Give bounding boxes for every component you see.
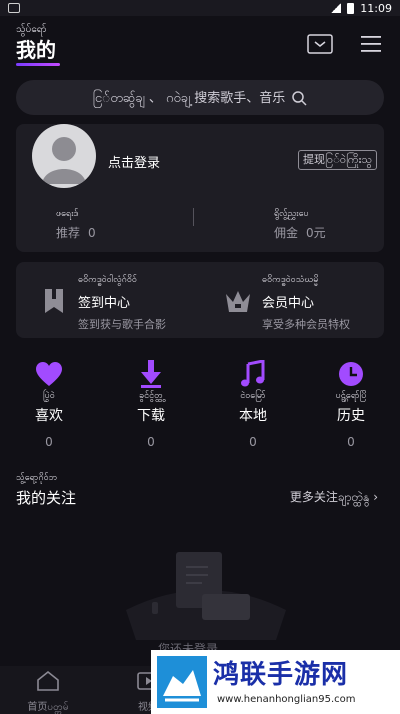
member-subtext: ဓဝိကဒ္ဓဝဲဝသံဃမ္မိ — [262, 275, 319, 285]
shortcut-row: ပြွဲဝဲ 喜欢 0 ခွင်ငွ်တ္ထွ 下载 0 ငဲဝမြော် 本地… — [0, 360, 400, 456]
stat-divider — [193, 208, 194, 226]
shortcut-history[interactable]: ပဠ္ဂ်ရော်ပြိ 历史 0 — [306, 360, 396, 449]
message-icon — [307, 34, 333, 54]
search-placeholder: ငြ်တဆွ်ချ 、 ဂဝဲချ့ 搜索歌手、音乐 — [92, 90, 286, 106]
download-count: 0 — [147, 435, 155, 449]
bookmark-icon — [40, 286, 68, 316]
withdraw-button[interactable]: 提现ဝြ်ဝဲကြိုးသွ — [298, 150, 378, 170]
status-bar: 11:09 — [0, 0, 400, 16]
follow-more-label: 更多关注ချာ့တ္ထဲနွ — [289, 490, 370, 504]
title-underline — [16, 63, 60, 66]
notification-icon — [8, 3, 20, 13]
status-time: 11:09 — [360, 1, 392, 15]
stat-recommend-value: 0 — [88, 226, 96, 240]
checkin-title: 签到中心 — [78, 296, 131, 311]
crown-icon — [224, 286, 252, 316]
download-icon — [106, 360, 196, 388]
login-link[interactable]: 点击登录 — [108, 152, 160, 171]
tab-home-label: 首页ပတ္တမ် — [27, 702, 69, 713]
menu-icon — [361, 36, 381, 52]
like-label: 喜欢 — [35, 408, 63, 424]
watermark-banner: 鸿联手游网 www.henanhonglian95.com — [151, 650, 400, 714]
status-right: 11:09 — [331, 2, 392, 15]
message-button[interactable] — [306, 32, 334, 56]
music-note-icon — [208, 360, 298, 388]
signal-icon — [331, 3, 342, 13]
watermark-title: 鸿联手游网 — [213, 660, 349, 690]
services-card: ဓဝိကဒ္ဓဝဲဝါလွံဂ်ဝိဝ် 签到中心 签到获与歌手合影 ဓဝိကဒ… — [16, 262, 384, 338]
checkin-subtext: ဓဝိကဒ္ဓဝဲဝါလွံဂ်ဝိဝ် — [78, 275, 137, 285]
header: သွ်ပ်ရော် 我的 — [0, 22, 400, 72]
member-desc: 享受多种会员特权 — [262, 318, 350, 331]
user-card: 点击登录 提现ဝြ်ဝဲကြိုးသွ ဖရေးဒ် 推荐 0 ရွိလွ့်ညွ… — [16, 124, 384, 252]
home-icon — [37, 670, 59, 691]
tab-home[interactable]: 首页ပတ္တမ် — [18, 670, 78, 714]
stat-commission[interactable]: ရွိလွ့်ညွှးပေ 佣金 0元 — [274, 208, 326, 241]
history-subtext: ပဠ္ဂ်ရော်ပြိ — [335, 391, 367, 401]
local-subtext: ငဲဝမြော် — [240, 391, 266, 401]
download-subtext: ခွင်ငွ်တ္ထွ — [139, 391, 163, 401]
follow-section-header: သွ့်ရော့ဂိုဝ်ဘ 我的关注 更多关注ချာ့တ္ထဲနွ › — [16, 472, 384, 512]
stat-recommend-label: 推荐 — [56, 226, 81, 240]
battery-icon — [347, 2, 355, 14]
stat-commission-value: 0元 — [306, 226, 326, 240]
stat-commission-label: 佣金 — [274, 226, 299, 240]
local-count: 0 — [249, 435, 257, 449]
chevron-right-icon: › — [373, 490, 378, 504]
follow-subtext: သွ့်ရော့ဂိုဝ်ဘ — [16, 473, 58, 483]
watermark-logo — [157, 656, 207, 708]
shortcut-download[interactable]: ခွင်ငွ်တ္ထွ 下载 0 — [106, 360, 196, 449]
heart-icon — [4, 360, 94, 388]
member-title: 会员中心 — [262, 296, 315, 311]
follow-more-link[interactable]: 更多关注ချာ့တ္ထဲနွ › — [290, 488, 378, 507]
clock-icon — [306, 360, 396, 388]
history-label: 历史 — [337, 408, 365, 424]
watermark-url: www.henanhonglian95.com — [217, 694, 356, 705]
shortcut-local[interactable]: ငဲဝမြော် 本地 0 — [208, 360, 298, 449]
stat-recommend-subtext: ဖရေးဒ် — [56, 209, 79, 219]
stat-commission-subtext: ရွိလွ့်ညွှးပေ — [274, 209, 309, 219]
like-subtext: ပြွဲဝဲ — [43, 391, 55, 401]
default-avatar-icon — [42, 137, 86, 184]
menu-button[interactable] — [357, 32, 385, 56]
member-center[interactable]: ဓဝိကဒ္ဓဝဲဝသံဃမ္မိ 会员中心 享受多种会员特权 — [214, 274, 384, 331]
stat-recommend[interactable]: ဖရေးဒ် 推荐 0 — [56, 208, 96, 241]
avatar[interactable] — [32, 124, 96, 188]
checkin-desc: 签到获与歌手合影 — [78, 318, 166, 331]
empty-state-illustration — [116, 540, 296, 650]
local-label: 本地 — [239, 408, 267, 424]
search-bar[interactable]: ငြ်တဆွ်ချ 、 ဂဝဲချ့ 搜索歌手、音乐 — [16, 80, 384, 115]
checkin-center[interactable]: ဓဝိကဒ္ဓဝဲဝါလွံဂ်ဝိဝ် 签到中心 签到获与歌手合影 — [30, 274, 200, 331]
shortcut-like[interactable]: ပြွဲဝဲ 喜欢 0 — [4, 360, 94, 449]
download-label: 下载 — [137, 408, 165, 424]
page-title: 我的 — [16, 38, 56, 62]
history-count: 0 — [347, 435, 355, 449]
like-count: 0 — [45, 435, 53, 449]
search-icon — [292, 90, 307, 106]
